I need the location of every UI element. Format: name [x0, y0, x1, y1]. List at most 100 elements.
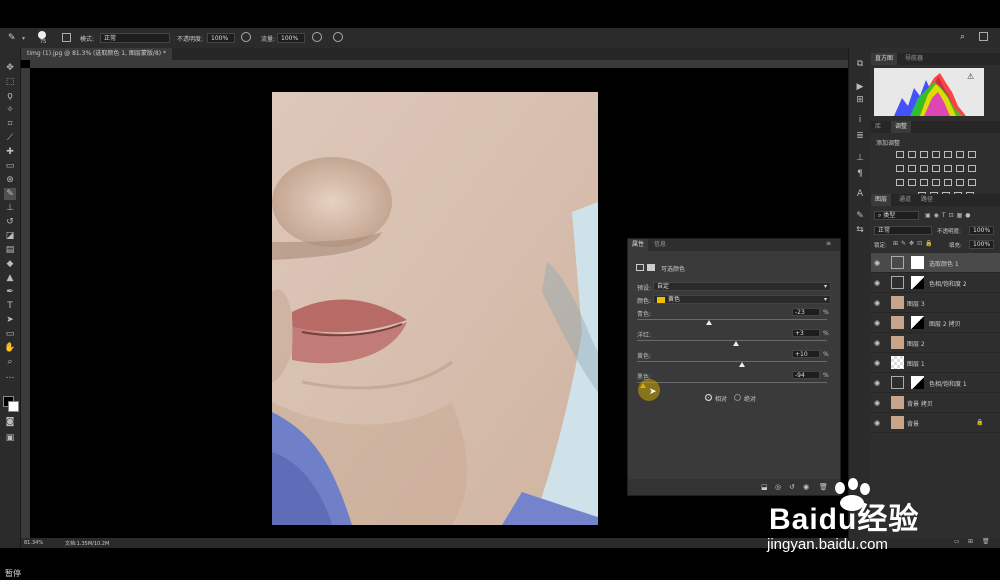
layer-row[interactable]: ◉ 图层 2 — [871, 333, 1000, 353]
layer-opacity-input[interactable]: 100% — [969, 226, 994, 235]
relative-radio[interactable] — [705, 394, 712, 401]
adjust-icon[interactable]: ⇆ — [854, 224, 866, 236]
slider-handle-yellow[interactable] — [738, 362, 745, 367]
blur-tool-icon[interactable]: ◆ — [4, 258, 16, 270]
visibility-eye-icon[interactable]: ◉ — [874, 419, 882, 427]
adjustment-channel-mixer-icon[interactable] — [920, 165, 928, 172]
layer-mask-thumbnail[interactable] — [911, 316, 924, 329]
adjustment-posterize-icon[interactable] — [956, 165, 964, 172]
layer-row[interactable]: ◉ 图层 2 拷贝 — [871, 313, 1000, 333]
slider-value-cyan[interactable]: -23 — [792, 308, 820, 316]
tab-libraries[interactable]: 库 — [871, 121, 885, 133]
layer-name[interactable]: 色相/饱和度 2 — [929, 279, 967, 288]
paragraph-panel-icon[interactable]: ¶ — [854, 168, 866, 180]
adjustment-vibrance-icon[interactable] — [944, 151, 952, 158]
healing-brush-tool-icon[interactable]: ✚ — [4, 146, 16, 158]
layer-kind-filter[interactable]: ⌕ 类型 — [874, 211, 919, 220]
adjustment-c-icon[interactable] — [944, 179, 952, 186]
search-icon[interactable]: ⌕ — [960, 32, 965, 42]
brush-preview-icon[interactable] — [38, 31, 46, 39]
layer-row[interactable]: ◉ 色相/饱和度 2 — [871, 273, 1000, 293]
slider-handle-magenta[interactable] — [732, 341, 739, 346]
eyedropper-tool-icon[interactable]: ⟋ — [4, 132, 16, 144]
tab-layers[interactable]: 图层 — [871, 194, 892, 206]
layer-blend-mode[interactable]: 正常 — [874, 226, 932, 235]
adjustment-lookup-icon[interactable] — [932, 165, 940, 172]
adjustment-invert-icon[interactable] — [944, 165, 952, 172]
adjustment-levels-icon[interactable] — [908, 151, 916, 158]
quick-select-tool-icon[interactable]: ✧ — [4, 104, 16, 116]
history-panel-icon[interactable]: ⧉ — [854, 58, 866, 70]
zoom-level[interactable]: 81.34% — [24, 540, 43, 546]
airbrush-icon[interactable] — [312, 32, 322, 42]
screen-mode-icon[interactable]: ▣ — [4, 432, 16, 444]
brush-panel-icon[interactable]: ✎ — [854, 210, 866, 222]
background-color-swatch[interactable] — [8, 401, 19, 412]
tab-navigator[interactable]: 导航器 — [901, 53, 927, 65]
slider-handle-cyan[interactable] — [706, 320, 713, 325]
crop-tool-icon[interactable]: ⌗ — [4, 118, 16, 130]
pressure-size-icon[interactable] — [333, 32, 343, 42]
preset-select[interactable]: 自定 ▾ — [653, 282, 831, 291]
adjustment-curves-icon[interactable] — [920, 151, 928, 158]
opacity-input[interactable]: 100% — [207, 33, 235, 43]
layer-name[interactable]: 图层 2 — [907, 339, 925, 348]
adjustment-threshold-icon[interactable] — [968, 165, 976, 172]
red-eye-tool-icon[interactable]: ⊛ — [4, 174, 16, 186]
colors-select[interactable]: 黄色 ▾ — [653, 295, 831, 304]
tab-histogram[interactable]: 直方图 — [871, 53, 898, 65]
layer-row[interactable]: ◉ 色相/饱和度 1 — [871, 373, 1000, 393]
rectangle-tool-icon[interactable]: ▭ — [4, 328, 16, 340]
patch-tool-icon[interactable]: ▭ — [4, 160, 16, 172]
brush-panel-icon[interactable] — [62, 33, 71, 42]
adjustment-bw-icon[interactable] — [896, 165, 904, 172]
tab-channels[interactable]: 通道 — [895, 194, 915, 206]
adjustment-b-icon[interactable] — [932, 179, 940, 186]
visibility-eye-icon[interactable]: ◉ — [874, 399, 882, 407]
brush-tool-icon[interactable]: ✎ — [8, 33, 16, 43]
slider-track-black[interactable] — [637, 382, 827, 383]
visibility-eye-icon[interactable]: ◉ — [874, 319, 882, 327]
mask-icon[interactable] — [647, 264, 655, 271]
layer-thumbnail[interactable] — [891, 416, 904, 429]
chevron-down-icon[interactable]: ▾ — [22, 35, 25, 42]
visibility-eye-icon[interactable]: ◉ — [874, 259, 882, 267]
layer-row[interactable]: ◉ 图层 1 — [871, 353, 1000, 373]
layer-name[interactable]: 选取颜色 1 — [929, 259, 959, 268]
layer-name[interactable]: 图层 3 — [907, 299, 925, 308]
hand-tool-icon[interactable]: ✋ — [4, 342, 16, 354]
move-tool-icon[interactable]: ✥ — [4, 62, 16, 74]
zoom-tool-icon[interactable]: ⌕ — [4, 356, 16, 368]
fill-input[interactable]: 100% — [969, 240, 994, 249]
layer-thumbnail[interactable] — [891, 396, 904, 409]
mode-select[interactable]: 正常 — [100, 33, 170, 43]
type-tool-icon[interactable]: T — [4, 300, 16, 312]
adjustment-gradient-map-icon[interactable] — [896, 179, 904, 186]
lock-icons[interactable]: ⊞✎✥⊡🔒 — [893, 240, 943, 248]
eraser-tool-icon[interactable]: ◪ — [4, 230, 16, 242]
lasso-tool-icon[interactable]: ϙ — [4, 90, 16, 102]
history-brush-tool-icon[interactable]: ↺ — [4, 216, 16, 228]
clone-stamp-tool-icon[interactable]: ⊥ — [4, 202, 16, 214]
adjustment-a-icon[interactable] — [920, 179, 928, 186]
slider-track-cyan[interactable] — [637, 319, 827, 320]
tab-properties[interactable]: 属性 — [628, 239, 649, 251]
more-tools-icon[interactable]: … — [4, 370, 16, 382]
visibility-eye-icon[interactable]: ◉ — [874, 339, 882, 347]
layer-mask-thumbnail[interactable] — [911, 256, 924, 269]
layer-name[interactable]: 色相/饱和度 1 — [929, 379, 967, 388]
absolute-radio[interactable] — [734, 394, 741, 401]
adjustment-e-icon[interactable] — [968, 179, 976, 186]
layer-row[interactable]: ◉ 选取颜色 1 — [871, 253, 1000, 273]
layer-name[interactable]: 背景 拷贝 — [907, 399, 933, 408]
document-tab[interactable]: timg (1).jpg @ 81.3% (选取颜色 1, 图层蒙版/8) * — [21, 48, 173, 60]
quick-mask-icon[interactable]: ◙ — [4, 416, 16, 428]
tab-paths[interactable]: 路径 — [917, 194, 937, 206]
layer-mask-thumbnail[interactable] — [911, 376, 924, 389]
layer-name[interactable]: 背景 — [907, 419, 919, 428]
adjustment-d-icon[interactable] — [956, 179, 964, 186]
layer-row[interactable]: ◉ 图层 3 — [871, 293, 1000, 313]
layer-row[interactable]: ◉ 背景 🔒 — [871, 413, 1000, 433]
layer-name[interactable]: 图层 1 — [907, 359, 925, 368]
path-select-tool-icon[interactable]: ➤ — [4, 314, 16, 326]
